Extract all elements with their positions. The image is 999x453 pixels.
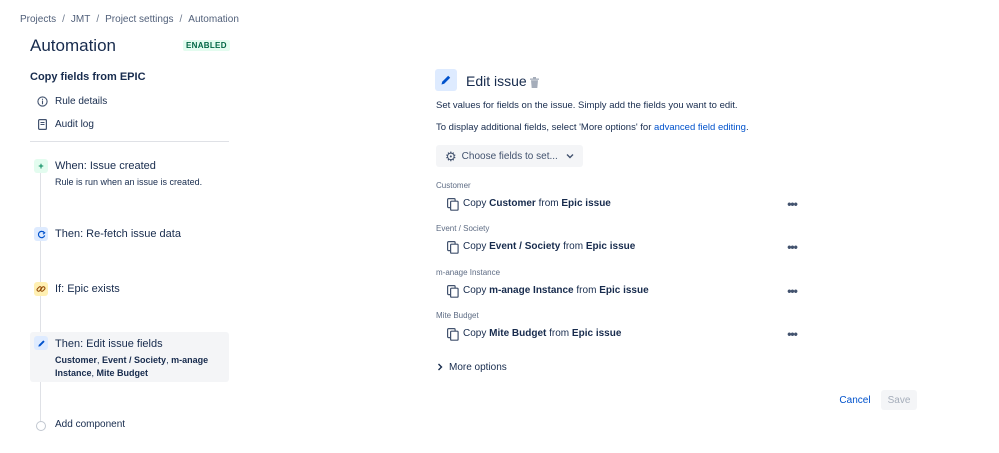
- breadcrumb-automation[interactable]: Automation: [188, 14, 239, 25]
- field-label-mite-budget: Mite Budget: [436, 311, 479, 320]
- step-if-epic-exists[interactable]: If: Epic exists: [30, 278, 229, 300]
- field-row-text: Copy Customer from Epic issue: [463, 198, 611, 209]
- breadcrumb-jmt[interactable]: JMT: [71, 14, 90, 25]
- copy-word: Copy: [463, 198, 487, 209]
- choose-fields-dropdown[interactable]: ⚙ Choose fields to set...: [436, 145, 583, 167]
- editor-description-advanced: To display additional fields, select 'Mo…: [436, 122, 749, 133]
- field-row-customer[interactable]: Copy Customer from Epic issue •••: [447, 197, 801, 213]
- breadcrumb: Projects / JMT / Project settings / Automation: [20, 14, 239, 25]
- more-options-label: More options: [449, 362, 507, 373]
- more-actions-button[interactable]: •••: [783, 197, 801, 211]
- step-title: If: Epic exists: [55, 283, 120, 295]
- link-icon: [34, 282, 48, 296]
- divider: [30, 141, 229, 142]
- advanced-field-editing-link[interactable]: advanced field editing: [654, 122, 746, 133]
- copy-icon: [447, 285, 459, 298]
- field-label-manage-instance: m-anage Instance: [436, 268, 501, 277]
- desc-prefix: To display additional fields, select 'Mo…: [436, 122, 655, 133]
- more-actions-button[interactable]: •••: [783, 240, 801, 254]
- field-event-society: Event / Society: [102, 355, 167, 365]
- step-refetch-issue-data[interactable]: Then: Re-fetch issue data: [30, 223, 229, 245]
- circle-icon: [36, 421, 46, 431]
- audit-log-label: Audit log: [55, 118, 94, 130]
- copy-icon: [447, 198, 459, 211]
- rule-details-label: Rule details: [55, 95, 108, 107]
- field-name: m-anage Instance: [489, 285, 574, 296]
- plus-icon: +: [34, 159, 48, 173]
- chevron-right-icon: [437, 363, 443, 373]
- field-row-event-society[interactable]: Copy Event / Society from Epic issue •••: [447, 240, 801, 256]
- field-row-text: Copy Event / Society from Epic issue: [463, 241, 635, 252]
- field-name: Customer: [489, 198, 536, 209]
- copy-icon: [447, 328, 459, 341]
- chevron-down-icon: [566, 152, 574, 161]
- field-customer: Customer: [55, 355, 98, 365]
- editor-title: Edit issue: [466, 73, 527, 89]
- field-manage: m-anage: [171, 355, 209, 365]
- trash-icon[interactable]: [530, 75, 540, 88]
- step-title: When: Issue created: [55, 160, 156, 172]
- document-icon: [36, 118, 48, 130]
- pencil-icon: [34, 336, 48, 350]
- field-name: Mite Budget: [489, 328, 547, 339]
- status-badge[interactable]: ENABLED: [183, 40, 230, 51]
- from-word: from: [576, 285, 597, 296]
- pencil-icon: [435, 69, 457, 91]
- rule-name: Copy fields from EPIC: [30, 71, 146, 83]
- more-actions-button[interactable]: •••: [783, 284, 801, 298]
- field-instance: Instance: [55, 368, 92, 378]
- page-title: Automation: [30, 36, 116, 55]
- breadcrumb-projects[interactable]: Projects: [20, 14, 56, 25]
- step-title: Then: Re-fetch issue data: [55, 228, 181, 240]
- desc-suffix: .: [745, 122, 749, 133]
- cancel-button[interactable]: Cancel: [834, 390, 876, 410]
- field-label-customer: Customer: [436, 181, 471, 190]
- source-name: Epic issue: [585, 241, 636, 252]
- source-name: Epic issue: [571, 328, 622, 339]
- field-row-text: Copy Mite Budget from Epic issue: [463, 328, 621, 339]
- field-row-manage-instance[interactable]: Copy m-anage Instance from Epic issue ••…: [447, 284, 801, 300]
- field-row-text: Copy m-anage Instance from Epic issue: [463, 285, 649, 296]
- breadcrumb-project-settings[interactable]: Project settings: [105, 14, 173, 25]
- refresh-icon: [34, 227, 48, 241]
- copy-word: Copy: [463, 285, 487, 296]
- audit-log-link[interactable]: Audit log: [36, 116, 94, 132]
- source-name: Epic issue: [599, 285, 649, 296]
- step-trigger-issue-created[interactable]: + When: Issue created Rule is run when a…: [30, 155, 229, 191]
- step-edit-issue-fields[interactable]: Then: Edit issue fields Customer, Event …: [30, 332, 229, 382]
- step-title: Then: Edit issue fields: [55, 338, 163, 350]
- field-name: Event / Society: [489, 241, 561, 252]
- field-mite-budget: Mite Budget: [96, 368, 149, 378]
- step-subtitle: Rule is run when an issue is created.: [55, 177, 203, 187]
- add-component-label: Add component: [55, 419, 126, 430]
- editor-description: Set values for fields on the issue. Simp…: [436, 100, 738, 111]
- gear-icon: ⚙: [445, 148, 457, 164]
- more-actions-button[interactable]: •••: [783, 327, 801, 341]
- info-icon: [36, 95, 48, 107]
- more-options-toggle[interactable]: More options: [437, 362, 507, 373]
- rule-details-link[interactable]: Rule details: [36, 93, 107, 109]
- field-row-mite-budget[interactable]: Copy Mite Budget from Epic issue •••: [447, 327, 801, 343]
- copy-word: Copy: [463, 241, 487, 252]
- source-name: Epic issue: [561, 198, 611, 209]
- save-button[interactable]: Save: [881, 390, 917, 410]
- from-word: from: [549, 328, 570, 339]
- choose-fields-label: Choose fields to set...: [461, 150, 558, 162]
- from-word: from: [563, 241, 584, 252]
- field-label-event-society: Event / Society: [436, 224, 490, 233]
- step-subtitle: Customer, Event / Society, m-anage Insta…: [55, 354, 227, 380]
- copy-icon: [447, 241, 459, 254]
- add-component-button[interactable]: Add component: [30, 419, 229, 433]
- copy-word: Copy: [463, 328, 487, 339]
- from-word: from: [538, 198, 559, 209]
